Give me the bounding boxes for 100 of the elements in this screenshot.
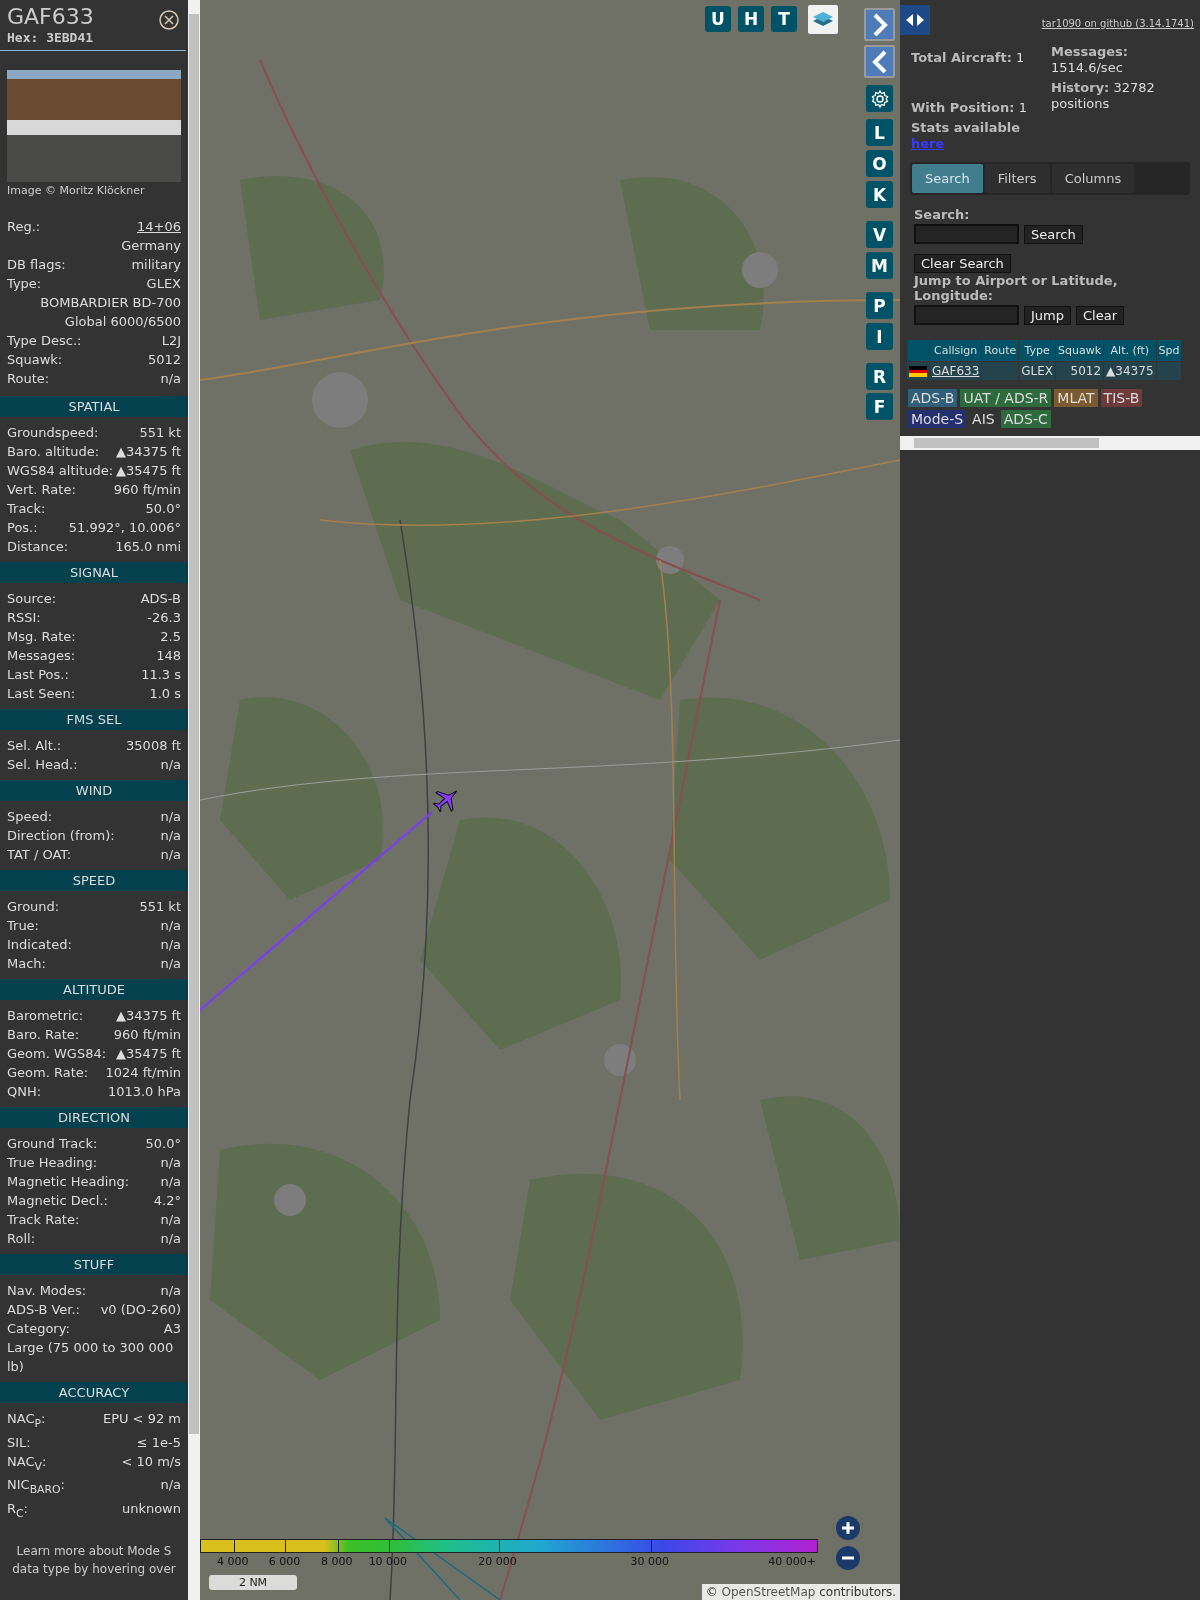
version-link[interactable]: tar1090 on github (3.14.1741) [1041,18,1194,29]
field-label: Nav. Modes: [7,1282,87,1300]
field-value: n/a [160,1173,181,1191]
field-label: SIL: [7,1433,31,1452]
layers-button[interactable] [808,5,838,34]
left-right-arrows-icon [904,13,926,27]
source-tag: MLAT [1054,389,1098,407]
column-header[interactable]: Alt. (ft) [1104,340,1156,361]
field-value: Large (75 000 to 300 000 lb) [7,1339,175,1376]
field-label: Vert. Rate: [7,481,76,499]
help-text: Learn more about Mode S data type by hovering over [11,1543,177,1579]
clear-search-button[interactable]: Clear Search [914,254,1011,273]
column-header[interactable]: Route [982,340,1019,361]
field-label: Pos.: [7,519,38,537]
section-header: SIGNAL [0,562,188,583]
field-value: 1.0 s [149,685,181,703]
next-button[interactable] [864,8,895,41]
field-label: Messages: [7,647,76,665]
map-toggle-button[interactable]: T [771,6,797,32]
field-value: 5012 [147,351,181,369]
field-value: n/a [160,1230,181,1248]
field-label: Ground: [7,898,60,916]
clear-button[interactable]: Clear [1076,305,1124,325]
field-value: v0 (DO-260) [100,1301,181,1319]
map-toggle-button[interactable]: O [866,150,893,177]
field-label: Category: [7,1320,70,1338]
previous-button[interactable] [864,45,895,78]
panel-toggle-button[interactable] [900,5,930,35]
field-value: n/a [160,827,181,845]
field-label: Msg. Rate: [7,628,76,646]
column-header[interactable]: Spd [1156,340,1182,361]
field-label: Magnetic Heading: [7,1173,130,1191]
callsign-link[interactable]: GAF633 [932,364,980,378]
tab[interactable]: Columns [1051,164,1135,193]
field-label: True: [7,917,39,935]
column-header[interactable]: Squawk [1056,340,1104,361]
aircraft-icon[interactable] [433,790,458,813]
field-label: DB flags: [7,256,66,274]
map-toggle-button[interactable]: R [866,363,893,390]
field-label: WGS84 altitude: [7,462,114,480]
stat-text: Stats available [911,120,1022,136]
field-label: Type Desc.: [7,332,82,350]
map-toggle-button[interactable]: F [866,393,893,420]
map-toggle-button[interactable]: M [866,252,893,279]
map-toggle-button[interactable]: U [705,6,731,32]
field-value: Germany [121,237,181,255]
map-toggle-button[interactable]: H [738,6,764,32]
field-label: Search: [914,207,971,222]
scrollbar[interactable] [188,0,200,1600]
field-label: Groundspeed: [7,424,99,442]
map-toggle-button[interactable]: V [866,221,893,248]
tab[interactable]: Filters [984,164,1050,193]
altitude-label: 6 000 [268,1555,301,1568]
field-value: 50.0° [145,500,181,518]
field-label: Geom. Rate: [7,1064,89,1082]
column-header[interactable]: Callsign [930,340,982,361]
stat-text: Messages: 1514.6/sec [1051,44,1130,76]
callsign-title: GAF633 [7,4,94,30]
column-header[interactable]: Type [1019,340,1056,361]
map-toggle-button[interactable]: P [866,292,893,319]
source-tag: UAT / ADS-R [960,389,1052,407]
field-label: TAT / OAT: [7,846,72,864]
field-label: Ground Track: [7,1135,98,1153]
map-toggle-button[interactable]: K [866,181,893,208]
field-value: n/a [160,1282,181,1300]
field-value: 551 kt [139,424,181,442]
map-toggle-button[interactable]: I [866,323,893,350]
search-button[interactable]: Search [1024,224,1083,244]
attribution-link[interactable]: OpenStreetMap [721,1585,816,1599]
chevron-right-icon [871,12,888,37]
field-value: n/a [160,1211,181,1229]
field-label: Track: [7,500,46,518]
field-label: Roll: [7,1230,35,1248]
column-header [907,340,929,361]
field-label: Magnetic Decl.: [7,1192,108,1210]
field-value: -26.3 [147,609,181,627]
altitude-label: 20 000 [478,1555,517,1568]
field-value: n/a [160,936,181,954]
search-field[interactable] [914,224,1019,244]
settings-button[interactable] [866,85,893,112]
field-value: EPU < 92 m [102,1410,181,1428]
field-value: n/a [160,955,181,973]
registration-link[interactable]: 14+06 [137,217,181,236]
field-value: 2.5 [160,628,181,646]
source-tag: TIS-B [1100,389,1143,407]
field-value: 148 [156,647,181,665]
jump-field[interactable] [914,305,1019,325]
field-value: A3 [163,1320,181,1338]
map-toggle-button[interactable]: L [866,119,893,146]
field-label: Sel. Head.: [7,756,78,774]
field-label: Indicated: [7,936,72,954]
field-label: Mach: [7,955,46,973]
jump-button[interactable]: Jump [1024,305,1071,325]
field-label: Reg.: [7,218,41,236]
field-value: n/a [160,808,181,826]
stat-text: History: 32782 positions [1051,79,1156,113]
chevron-left-icon [871,49,888,74]
tab[interactable]: Search [912,164,983,193]
close-icon[interactable] [159,10,179,30]
scrollbar[interactable] [900,436,1200,450]
